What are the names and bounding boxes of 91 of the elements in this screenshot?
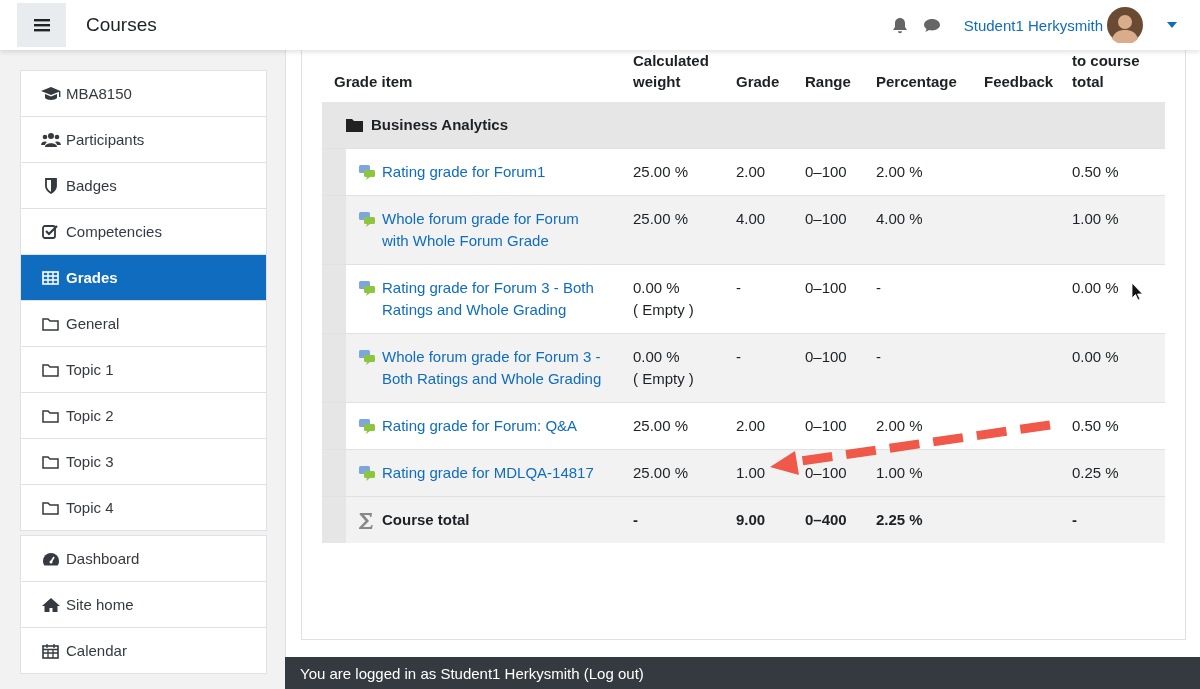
- mouse-cursor-icon: [1131, 282, 1143, 301]
- table-cell: 0–400: [805, 511, 847, 528]
- bell-icon[interactable]: [891, 16, 908, 34]
- table-cell: 0–100: [805, 464, 847, 481]
- table-cell-text: 25.00 %: [633, 209, 690, 229]
- sigma-icon: [358, 512, 374, 530]
- login-info: You are logged in as Student1 Herkysmith (Log out): [300, 665, 644, 682]
- grade-item-link[interactable]: Rating grade for Forum 3 - Both Ratings and Whole Grading: [382, 277, 609, 321]
- site-title: Courses: [86, 14, 157, 36]
- total-label: Course total: [382, 510, 470, 530]
- column-header: Percentage: [864, 50, 972, 102]
- table-cell: 0.50 %: [1072, 417, 1119, 434]
- table-cell-text: 0.00 %: [633, 278, 681, 298]
- column-header: Range: [793, 50, 864, 102]
- table-cell: 0–100: [805, 210, 847, 227]
- table-cell: 0–100: [805, 279, 847, 296]
- column-header: Grade: [724, 50, 793, 102]
- folder-icon: [41, 499, 61, 516]
- folder-icon: [41, 453, 61, 470]
- forum-icon: [358, 164, 376, 180]
- grade-item-link[interactable]: Rating grade for Forum1: [382, 161, 546, 183]
- table-cell: 1.00 %: [876, 464, 923, 481]
- sidebar-item[interactable]: Dashboard: [21, 536, 266, 581]
- table-cell: 0.50 %: [1072, 163, 1119, 180]
- sidebar-item[interactable]: Topic 3: [21, 438, 266, 484]
- table-cell: 2.00: [736, 417, 766, 434]
- graduation-cap-icon: [41, 85, 61, 102]
- sidebar-item[interactable]: Topic 2: [21, 392, 266, 438]
- sidebar-item[interactable]: Calendar: [21, 627, 266, 673]
- house-icon: [41, 596, 61, 613]
- sidebar-item[interactable]: Topic 1: [21, 346, 266, 392]
- checkbox-icon: [41, 223, 61, 240]
- table-cell: -: [736, 348, 741, 365]
- column-header: Calculated weight: [621, 50, 724, 102]
- table-cell: 0.00 %: [1072, 279, 1119, 296]
- grade-item-link[interactable]: Rating grade for Forum: Q&A: [382, 415, 578, 437]
- menu-icon: [33, 18, 50, 32]
- menu-button[interactable]: [17, 3, 66, 47]
- table-cell: -: [736, 279, 741, 296]
- table-cell-text: 25.00 %: [633, 416, 690, 436]
- table-cell: 0–100: [805, 163, 847, 180]
- folder-icon: [41, 315, 61, 332]
- user-name-link[interactable]: Student1 Herkysmith: [963, 16, 1103, 34]
- sidebar-item[interactable]: Topic 4: [21, 484, 266, 530]
- table-cell: 2.00 %: [876, 417, 923, 434]
- table-cell: 4.00: [736, 210, 766, 227]
- table-cell: 4.00 %: [876, 210, 923, 227]
- table-cell: 0.00 %: [1072, 348, 1119, 365]
- table-cell: 2.00 %: [876, 163, 923, 180]
- caret-icon[interactable]: [1167, 22, 1177, 28]
- folder-icon: [41, 407, 61, 424]
- table-cell: -: [876, 348, 881, 365]
- table-cell: 2.25 %: [876, 511, 923, 528]
- chat-bubble-icon[interactable]: [922, 17, 941, 33]
- forum-icon: [358, 280, 376, 296]
- table-cell: -: [876, 279, 881, 296]
- table-cell: 9.00: [736, 511, 766, 528]
- sidebar-item[interactable]: General: [21, 300, 266, 346]
- table-cell: 0–100: [805, 348, 847, 365]
- sidebar-item[interactable]: Participants: [21, 116, 266, 162]
- table-cell-note: ( Empty ): [633, 369, 695, 389]
- table-cell-text: 0.00 %: [633, 347, 681, 367]
- table-cell: -: [1072, 511, 1077, 528]
- table-cell: 0–100: [805, 417, 847, 434]
- avatar[interactable]: [1107, 7, 1143, 43]
- category-name: Business Analytics: [371, 115, 508, 135]
- table-cell-note: ( Empty ): [633, 300, 695, 320]
- sidebar-item[interactable]: MBA8150: [21, 71, 266, 116]
- forum-icon: [358, 465, 376, 481]
- folder-icon: [346, 118, 363, 132]
- table-cell: 1.00 %: [1072, 210, 1119, 227]
- folder-icon: [41, 361, 61, 378]
- table-cell-text: -: [633, 510, 639, 530]
- sidebar-item[interactable]: Badges: [21, 162, 266, 208]
- forum-icon: [358, 418, 376, 434]
- column-header: Feedback: [972, 50, 1060, 102]
- sidebar-item[interactable]: Site home: [21, 581, 266, 627]
- table-cell-text: 25.00 %: [633, 162, 690, 182]
- table-cell-text: 25.00 %: [633, 463, 690, 483]
- table-icon: [41, 269, 61, 286]
- column-header: to course total: [1060, 50, 1165, 102]
- table-cell: 1.00: [736, 464, 766, 481]
- calendar-icon: [41, 642, 61, 659]
- forum-icon: [358, 349, 376, 365]
- column-header: Grade item: [322, 50, 621, 102]
- sidebar-item[interactable]: Grades: [21, 254, 266, 300]
- table-cell: 2.00: [736, 163, 766, 180]
- table-cell: 0.25 %: [1072, 464, 1119, 481]
- speedometer-icon: [41, 550, 61, 567]
- users-icon: [41, 131, 61, 148]
- forum-icon: [358, 211, 376, 227]
